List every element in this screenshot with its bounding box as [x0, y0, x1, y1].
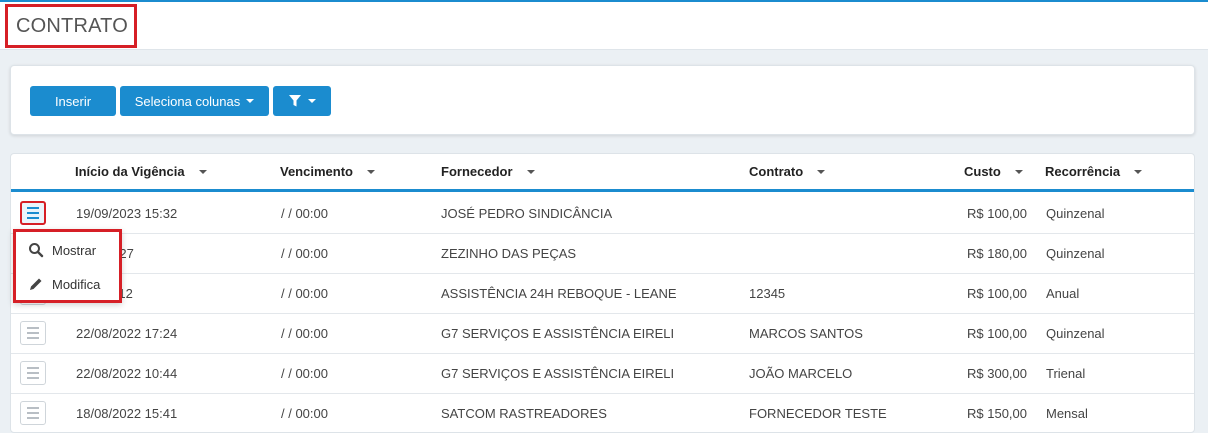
cell-contrato: JOÃO MARCELO — [749, 366, 853, 381]
pencil-icon — [30, 278, 42, 290]
insert-button[interactable]: Inserir — [30, 86, 116, 116]
caret-down-icon — [246, 99, 255, 103]
table-header: Início da Vigência Vencimento Fornecedor… — [11, 154, 1194, 192]
column-header-label: Recorrência — [1045, 164, 1121, 179]
cell-vencimento: / / 00:00 — [281, 286, 328, 301]
filter-icon — [289, 95, 301, 107]
column-header-custo[interactable]: Custo — [964, 154, 1023, 189]
cell-inicio: 19/09/2023 15:32 — [76, 206, 178, 221]
cell-recorrencia: Trienal — [1046, 366, 1086, 381]
cell-fornecedor: SATCOM RASTREADORES — [441, 406, 607, 421]
select-columns-button[interactable]: Seleciona colunas — [120, 86, 269, 116]
contracts-table: Início da Vigência Vencimento Fornecedor… — [10, 153, 1195, 433]
cell-fornecedor: G7 SERVIÇOS E ASSISTÊNCIA EIRELI — [441, 326, 675, 341]
cell-contrato: FORNECEDOR TESTE — [749, 406, 887, 421]
hamburger-icon — [27, 207, 39, 219]
select-columns-label: Seleciona colunas — [134, 93, 241, 109]
cell-recorrencia: Quinzenal — [1046, 326, 1105, 341]
table-row: 023 10:27 / / 00:00 ZEZINHO DAS PEÇAS R$… — [11, 234, 1194, 274]
sort-caret-icon[interactable] — [366, 169, 375, 174]
cell-recorrencia: Quinzenal — [1046, 206, 1105, 221]
sort-caret-icon[interactable] — [526, 169, 535, 174]
cell-inicio: 18/08/2022 15:41 — [76, 406, 178, 421]
cell-vencimento: / / 00:00 — [281, 206, 328, 221]
cell-fornecedor: ASSISTÊNCIA 24H REBOQUE - LEANE — [441, 286, 677, 301]
hamburger-icon — [27, 407, 39, 419]
sort-caret-icon[interactable] — [198, 169, 207, 174]
cell-inicio: 22/08/2022 17:24 — [76, 326, 178, 341]
cell-vencimento: / / 00:00 — [281, 326, 328, 341]
column-header-label: Vencimento — [280, 164, 353, 179]
table-row: 023 11:12 / / 00:00 ASSISTÊNCIA 24H REBO… — [11, 274, 1194, 314]
column-header-fornecedor[interactable]: Fornecedor — [441, 154, 535, 189]
column-header-label: Início da Vigência — [75, 164, 185, 179]
row-menu-button[interactable] — [20, 401, 46, 425]
column-header-label: Fornecedor — [441, 164, 513, 179]
caret-down-icon — [308, 99, 316, 103]
cell-contrato: 12345 — [749, 286, 786, 301]
page-header: CONTRATO — [0, 2, 1208, 50]
row-menu-button[interactable] — [20, 321, 46, 345]
menu-item-label: Modifica — [52, 276, 101, 292]
table-row: 22/08/2022 10:44 / / 00:00 G7 SERVIÇOS E… — [11, 354, 1194, 394]
menu-item-show[interactable]: Mostrar — [16, 235, 119, 265]
column-header-contrato[interactable]: Contrato — [749, 154, 826, 189]
cell-custo: R$ 100,00 — [967, 206, 1027, 221]
cell-fornecedor: ZEZINHO DAS PEÇAS — [441, 246, 577, 261]
cell-custo: R$ 300,00 — [967, 366, 1027, 381]
cell-recorrencia: Anual — [1046, 286, 1080, 301]
cell-custo: R$ 100,00 — [967, 326, 1027, 341]
row-menu-button[interactable] — [20, 361, 46, 385]
column-header-label: Custo — [964, 164, 1001, 179]
cell-contrato: MARCOS SANTOS — [749, 326, 863, 341]
cell-vencimento: / / 00:00 — [281, 406, 328, 421]
cell-inicio: 22/08/2022 10:44 — [76, 366, 178, 381]
filter-button[interactable] — [273, 86, 331, 116]
menu-item-label: Mostrar — [52, 242, 97, 258]
cell-recorrencia: Mensal — [1046, 406, 1088, 421]
column-header-vencimento[interactable]: Vencimento — [280, 154, 375, 189]
row-context-menu: Mostrar Modifica — [13, 229, 122, 303]
menu-item-edit[interactable]: Modifica — [16, 269, 119, 299]
row-menu-button[interactable] — [20, 201, 46, 225]
hamburger-icon — [27, 367, 39, 379]
column-header-recorrencia[interactable]: Recorrência — [1045, 154, 1143, 189]
table-row: 22/08/2022 17:24 / / 00:00 G7 SERVIÇOS E… — [11, 314, 1194, 354]
hamburger-icon — [27, 327, 39, 339]
table-row: 19/09/2023 15:32 / / 00:00 JOSÉ PEDRO SI… — [11, 194, 1194, 234]
cell-custo: R$ 150,00 — [967, 406, 1027, 421]
column-header-inicio[interactable]: Início da Vigência — [75, 154, 207, 189]
cell-custo: R$ 100,00 — [967, 286, 1027, 301]
table-row: 18/08/2022 15:41 / / 00:00 SATCOM RASTRE… — [11, 394, 1194, 432]
cell-vencimento: / / 00:00 — [281, 246, 328, 261]
sort-caret-icon[interactable] — [1134, 169, 1143, 174]
sort-caret-icon[interactable] — [817, 169, 826, 174]
cell-recorrencia: Quinzenal — [1046, 246, 1105, 261]
cell-custo: R$ 180,00 — [967, 246, 1027, 261]
sort-caret-icon[interactable] — [1014, 169, 1023, 174]
search-icon — [29, 243, 44, 258]
toolbar-card: Inserir Seleciona colunas — [10, 65, 1195, 135]
cell-fornecedor: G7 SERVIÇOS E ASSISTÊNCIA EIRELI — [441, 366, 675, 381]
cell-vencimento: / / 00:00 — [281, 366, 328, 381]
column-header-label: Contrato — [749, 164, 804, 179]
page-title: CONTRATO — [5, 4, 137, 48]
cell-fornecedor: JOSÉ PEDRO SINDICÂNCIA — [441, 206, 613, 221]
